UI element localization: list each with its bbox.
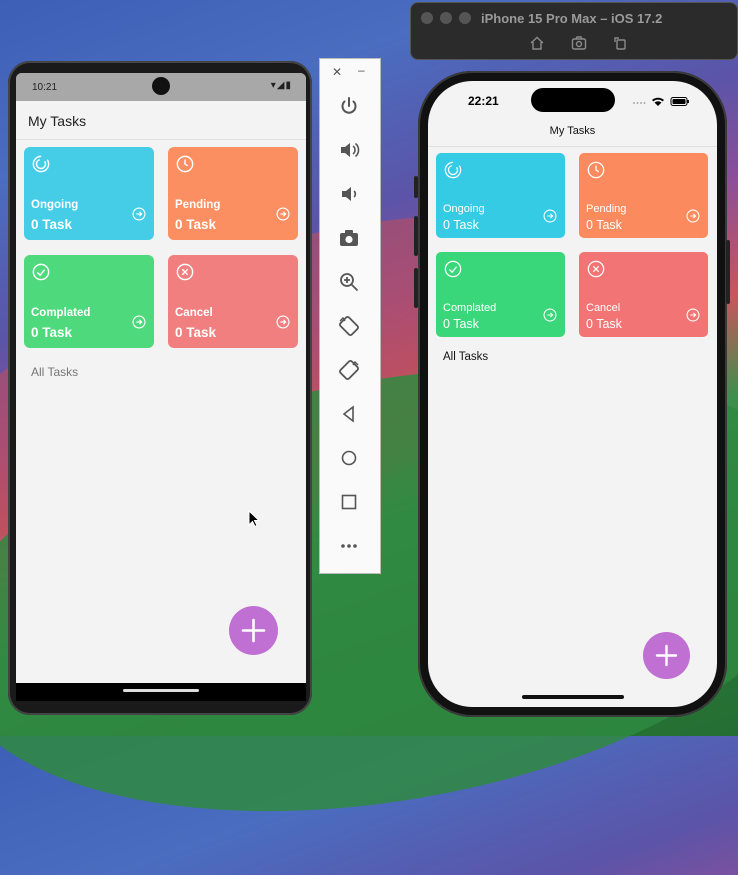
arrow-right-circle-icon[interactable] [276, 207, 290, 221]
camera-icon[interactable] [338, 227, 360, 249]
home-icon[interactable] [338, 447, 360, 469]
minimize-icon[interactable]: – [358, 63, 365, 77]
more-icon[interactable] [338, 535, 360, 557]
add-task-button[interactable] [643, 632, 690, 679]
close-icon[interactable]: ✕ [332, 65, 342, 79]
check-circle-icon [32, 263, 50, 281]
arrow-right-circle-icon[interactable] [543, 308, 557, 322]
section-title-all-tasks: All Tasks [443, 351, 489, 363]
arrow-right-circle-icon[interactable] [686, 308, 700, 322]
card-label: Pending [586, 203, 627, 215]
card-count: 0 Task [175, 217, 217, 232]
card-count: 0 Task [175, 325, 217, 340]
card-pending[interactable]: Pending 0 Task [579, 153, 708, 238]
app-bar: My Tasks [16, 101, 306, 140]
android-status-bar: 10:21 ▾◢▮ [16, 73, 306, 101]
plus-icon [655, 644, 678, 667]
status-time: 10:21 [32, 82, 58, 93]
card-count: 0 Task [31, 325, 73, 340]
android-screen: 10:21 ▾◢▮ My Tasks Ongoing 0 Task Pendin… [16, 73, 306, 701]
card-count: 0 Task [31, 217, 73, 232]
dynamic-island [531, 88, 615, 112]
card-label: Cancel [586, 302, 621, 314]
card-cancel[interactable]: Cancel 0 Task [168, 255, 298, 348]
cancel-circle-icon [176, 263, 194, 281]
card-label: Complated [443, 302, 497, 314]
card-completed[interactable]: Complated 0 Task [24, 255, 154, 348]
card-label: Ongoing [443, 203, 485, 215]
add-task-button[interactable] [229, 606, 278, 655]
android-nav-bar [16, 683, 306, 701]
arrow-right-circle-icon[interactable] [686, 209, 700, 223]
card-label: Cancel [175, 307, 213, 319]
window-close-button[interactable] [421, 12, 433, 24]
volume-up-icon[interactable] [338, 139, 360, 161]
page-title: My Tasks [28, 113, 87, 129]
nav-divider [428, 146, 717, 147]
power-icon[interactable] [338, 95, 360, 117]
page-title: My Tasks [549, 125, 596, 137]
ongoing-icon [444, 161, 462, 179]
overview-icon[interactable] [338, 491, 360, 513]
arrow-right-circle-icon[interactable] [543, 209, 557, 223]
status-time: 22:21 [468, 94, 499, 108]
card-count: 0 Task [586, 218, 622, 232]
card-ongoing[interactable]: Ongoing 0 Task [436, 153, 565, 238]
screenshot-icon[interactable] [571, 35, 587, 51]
zoom-icon[interactable] [338, 271, 360, 293]
check-circle-icon [444, 260, 462, 278]
volume-down-side-button[interactable] [414, 268, 418, 308]
plus-icon [241, 618, 266, 643]
card-count: 0 Task [586, 317, 622, 331]
rotate-icon[interactable] [612, 35, 628, 51]
wifi-battery-icon [633, 97, 689, 106]
arrow-right-circle-icon[interactable] [132, 207, 146, 221]
card-ongoing[interactable]: Ongoing 0 Task [24, 147, 154, 240]
wifi-battery-icon: ▾◢▮ [270, 80, 292, 91]
volume-down-icon[interactable] [338, 183, 360, 205]
card-label: Pending [175, 199, 221, 211]
card-count: 0 Task [443, 218, 479, 232]
home-icon[interactable] [529, 35, 545, 51]
card-pending[interactable]: Pending 0 Task [168, 147, 298, 240]
window-minimize-button[interactable] [440, 12, 452, 24]
card-label: Complated [31, 307, 91, 319]
volume-up-side-button[interactable] [414, 216, 418, 256]
iphone-screen: 22:21 My Tasks Ongoing 0 Task Pending 0 … [428, 81, 717, 707]
front-camera [152, 77, 170, 95]
section-title-all-tasks: All Tasks [31, 365, 79, 379]
home-gesture-pill[interactable] [123, 689, 199, 692]
card-completed[interactable]: Complated 0 Task [436, 252, 565, 337]
window-zoom-button[interactable] [459, 12, 471, 24]
mouse-cursor-icon [248, 510, 260, 528]
card-count: 0 Task [443, 317, 479, 331]
card-label: Ongoing [31, 199, 79, 211]
back-icon[interactable] [338, 403, 360, 425]
simulator-title: iPhone 15 Pro Max – iOS 17.2 [481, 11, 663, 26]
clock-icon [176, 155, 194, 173]
arrow-right-circle-icon[interactable] [276, 315, 290, 329]
ongoing-icon [32, 155, 50, 173]
arrow-right-circle-icon[interactable] [132, 315, 146, 329]
power-side-button[interactable] [726, 240, 730, 304]
rotate-left-icon[interactable] [338, 315, 360, 337]
clock-icon [587, 161, 605, 179]
rotate-right-icon[interactable] [338, 359, 360, 381]
emulator-toolbar: ✕ – [319, 58, 381, 574]
cancel-circle-icon [587, 260, 605, 278]
card-cancel[interactable]: Cancel 0 Task [579, 252, 708, 337]
simulator-title-bar: iPhone 15 Pro Max – iOS 17.2 [410, 2, 738, 60]
home-indicator[interactable] [522, 695, 624, 699]
action-button[interactable] [414, 176, 418, 198]
